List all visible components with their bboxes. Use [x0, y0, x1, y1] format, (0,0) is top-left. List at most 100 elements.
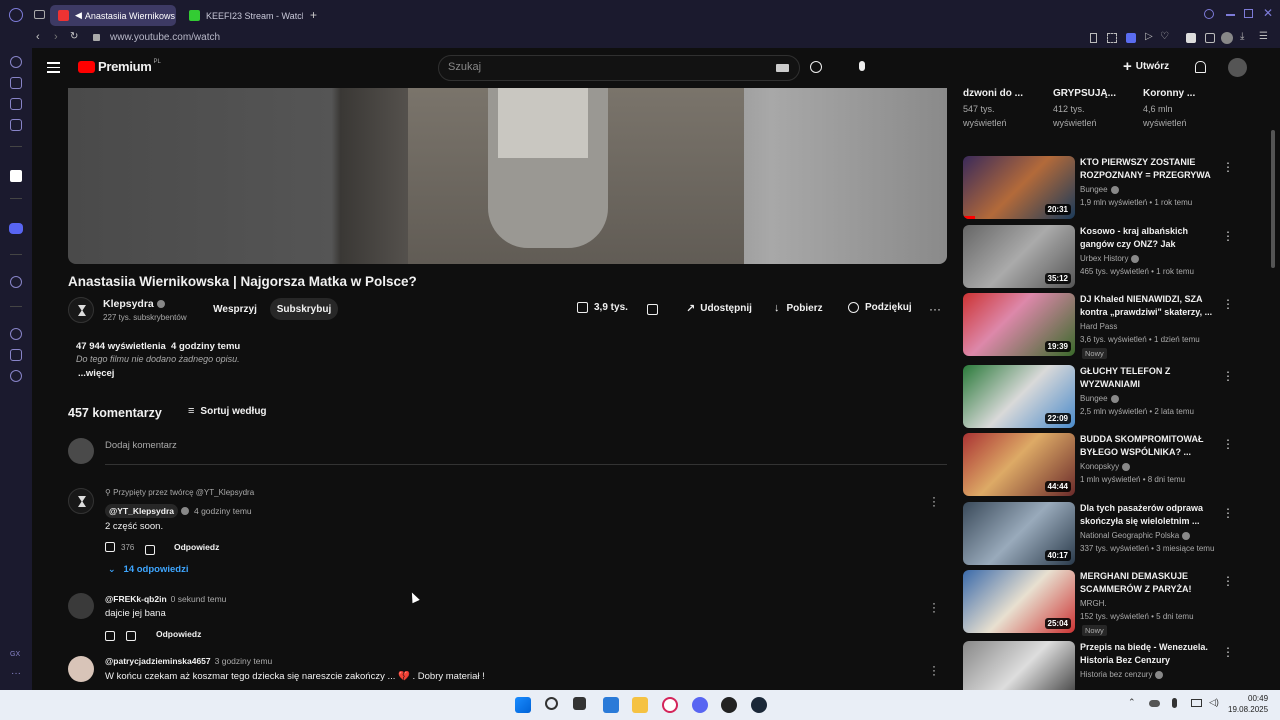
comment-time[interactable]: 4 godziny temu	[194, 506, 252, 516]
comment-dislike-button[interactable]	[126, 628, 136, 646]
file-explorer-icon[interactable]	[632, 697, 648, 713]
search-icon[interactable]	[545, 697, 558, 710]
search-tabs-icon[interactable]	[1204, 9, 1214, 19]
comment-like-button[interactable]	[105, 628, 115, 646]
more-icon[interactable]: ···	[11, 668, 21, 679]
display-tray-icon[interactable]	[1191, 699, 1202, 707]
comment-avatar[interactable]	[68, 488, 94, 514]
snapshot-icon[interactable]	[1107, 33, 1117, 43]
heart-icon[interactable]: ♡	[1160, 31, 1169, 42]
recommended-video[interactable]: 25:04 MERGHANI DEMASKUJE SCAMMERÓW Z PAR…	[963, 570, 1234, 636]
rec-menu-icon[interactable]: ⋮	[1222, 369, 1234, 383]
support-button[interactable]: Wesprzyj	[205, 298, 265, 320]
minimize-icon[interactable]	[1226, 14, 1235, 16]
more-link[interactable]: ...więcej	[78, 368, 114, 379]
rec-menu-icon[interactable]: ⋮	[1222, 229, 1234, 243]
download-button[interactable]: ↓ Pobierz	[774, 302, 823, 314]
opera-logo-icon[interactable]	[9, 8, 23, 22]
mail-icon[interactable]	[10, 119, 22, 131]
description-box[interactable]: 47 944 wyświetlenia 4 godziny temu Do te…	[68, 336, 947, 386]
video-thumbnail[interactable]: 20:31	[963, 156, 1075, 219]
recommended-video[interactable]: 40:17 Dla tych pasażerów odprawa skończy…	[963, 502, 1234, 566]
comment-handle-badge[interactable]: @YT_Klepsydra	[105, 504, 178, 518]
rec-menu-icon[interactable]: ⋮	[1222, 506, 1234, 520]
subscribe-button[interactable]: Subskrybuj	[270, 298, 338, 320]
rec-menu-icon[interactable]: ⋮	[1222, 574, 1234, 588]
reload-icon[interactable]: ↻	[70, 31, 78, 42]
top-partial-rec[interactable]: GRYPSUJĄ... 412 tys. wyświetleń	[1053, 88, 1139, 130]
account-avatar[interactable]	[1228, 58, 1247, 77]
download-icon[interactable]: ⤓	[1240, 31, 1244, 42]
microphone-icon[interactable]	[859, 61, 865, 71]
comment-like-button[interactable]: 376	[105, 542, 134, 552]
puzzle-icon[interactable]	[1205, 33, 1215, 43]
video-thumbnail[interactable]: 35:12	[963, 225, 1075, 288]
rec-menu-icon[interactable]: ⋮	[1222, 437, 1234, 451]
share-button[interactable]: ↗ Udostępnij	[686, 302, 752, 315]
video-thumbnail[interactable]: 40:17	[963, 502, 1075, 565]
windows-start-icon[interactable]	[515, 697, 531, 713]
maximize-icon[interactable]	[1244, 9, 1253, 18]
address-bar-url[interactable]: www.youtube.com/watch	[110, 32, 220, 43]
easy-setup-icon[interactable]: ☰	[1259, 31, 1268, 42]
video-thumbnail[interactable]: 19:39	[963, 293, 1075, 356]
comment-avatar[interactable]	[68, 656, 94, 682]
steam-icon[interactable]	[751, 697, 767, 713]
video-thumbnail[interactable]	[963, 641, 1075, 690]
search-icon[interactable]	[810, 61, 822, 73]
recommended-video[interactable]: Przepis na biedę - Wenezuela. Historia B…	[963, 641, 1233, 690]
close-window-icon[interactable]: ✕	[1263, 6, 1273, 20]
profile-icon[interactable]	[1221, 32, 1233, 44]
rec-menu-icon[interactable]: ⋮	[1222, 645, 1233, 659]
opera-gx-icon[interactable]	[662, 697, 678, 713]
tab-overview-icon[interactable]	[34, 10, 45, 19]
back-icon[interactable]: ‹	[36, 31, 40, 43]
like-button[interactable]: 3,9 tys.	[577, 302, 628, 313]
page-scrollbar[interactable]	[1271, 130, 1275, 268]
more-actions-icon[interactable]: ···	[929, 302, 941, 316]
play-icon[interactable]: ▷	[1145, 31, 1153, 42]
messenger-icon[interactable]	[10, 98, 22, 110]
recommended-video[interactable]: 22:09 GŁUCHY TELEFON Z WYZWANIAMI Bungee…	[963, 365, 1234, 429]
hamburger-menu-icon[interactable]	[47, 62, 60, 73]
onedrive-icon[interactable]	[1149, 700, 1160, 707]
settings-icon[interactable]	[10, 370, 22, 382]
recommended-video[interactable]: 35:12 Kosowo - kraj albańskich gangów cz…	[963, 225, 1234, 289]
add-comment-input[interactable]: Dodaj komentarz	[105, 440, 177, 451]
notifications-bell-icon[interactable]	[1195, 61, 1206, 73]
sort-button[interactable]: ≡ Sortuj według	[188, 405, 267, 417]
tab-keefi23[interactable]: KEEFI23 Stream - Watch l	[181, 5, 303, 26]
ai-icon[interactable]	[10, 77, 22, 89]
search-box[interactable]	[438, 55, 800, 81]
keyboard-icon[interactable]	[776, 64, 789, 72]
youtube-logo[interactable]: Premium PL	[78, 59, 161, 74]
search-input[interactable]: Szukaj	[448, 61, 481, 73]
video-thumbnail[interactable]: 22:09	[963, 365, 1075, 428]
video-thumbnail[interactable]: 44:44	[963, 433, 1075, 496]
dislike-button[interactable]	[647, 302, 658, 320]
channel-name[interactable]: Klepsydra	[103, 298, 165, 310]
discord-icon[interactable]	[9, 223, 23, 234]
store-icon[interactable]	[603, 697, 619, 713]
create-button[interactable]: + Utwórz	[1123, 59, 1169, 74]
history-icon[interactable]	[10, 328, 22, 340]
speed-dial-icon[interactable]	[10, 56, 22, 68]
forward-icon[interactable]: ›	[54, 31, 58, 43]
mic-tray-icon[interactable]	[1172, 698, 1177, 708]
recommended-video[interactable]: 19:39 DJ Khaled NIENAWIDZI, SZA kontra „…	[963, 293, 1234, 359]
top-partial-rec[interactable]: dzwoni do ... 547 tys. wyświetleń	[963, 88, 1049, 130]
vpn-shield-icon[interactable]	[1126, 33, 1136, 43]
channel-avatar[interactable]	[68, 297, 94, 323]
comment-menu-icon[interactable]: · · ·	[932, 597, 936, 617]
rec-menu-icon[interactable]: ⋮	[1222, 297, 1234, 311]
top-partial-rec[interactable]: Koronny ... 4,6 mln wyświetleń	[1143, 88, 1229, 130]
extensions-icon[interactable]	[10, 349, 22, 361]
reply-button[interactable]: Odpowiedz	[174, 542, 219, 552]
bookmark-icon[interactable]	[1090, 33, 1097, 43]
discord-icon[interactable]	[692, 697, 708, 713]
tab-anastasiia[interactable]: ◀ Anastasiia Wiernikows	[50, 5, 176, 26]
thanks-button[interactable]: Podziękuj	[848, 302, 912, 313]
app-icon[interactable]	[721, 697, 737, 713]
comment-handle[interactable]: @FREKk-qb2in	[105, 594, 167, 604]
comment-time[interactable]: 0 sekund temu	[171, 594, 227, 604]
